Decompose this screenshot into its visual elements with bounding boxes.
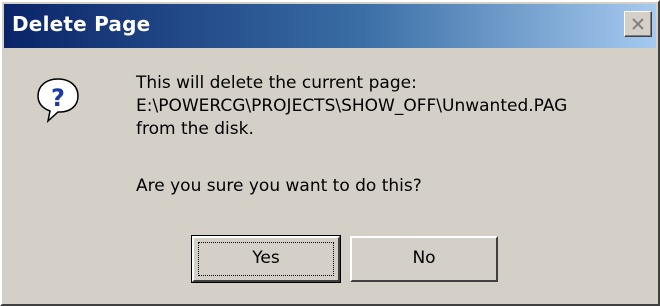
yes-button[interactable]: Yes <box>191 235 341 283</box>
focus-rectangle <box>198 242 334 276</box>
no-button[interactable]: No <box>350 236 498 282</box>
no-button-label: No <box>412 248 436 268</box>
message-line-2: E:\POWERCG\PROJECTS\SHOW_OFF\Unwanted.PA… <box>136 96 568 116</box>
confirmation-question: Are you sure you want to do this? <box>136 176 422 196</box>
window-title: Delete Page <box>12 12 151 36</box>
message-text: This will delete the current page: E:\PO… <box>136 72 567 141</box>
message-line-1: This will delete the current page: <box>136 73 417 93</box>
message-line-3: from the disk. <box>136 119 254 139</box>
svg-text:?: ? <box>51 84 65 112</box>
delete-page-dialog: Delete Page ? This will delete the curre… <box>0 0 660 306</box>
title-bar[interactable]: Delete Page <box>4 4 656 48</box>
close-button[interactable] <box>624 11 652 37</box>
close-icon <box>632 18 644 30</box>
question-icon: ? <box>36 77 80 124</box>
